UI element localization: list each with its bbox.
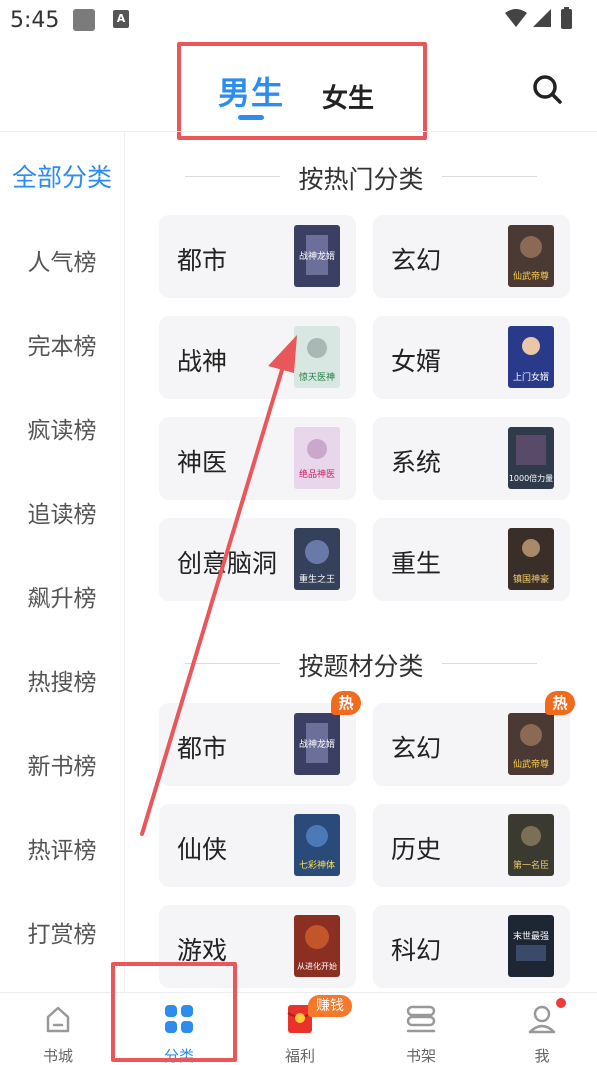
category-label: 仙侠 — [177, 835, 228, 864]
hot-badge: 热 — [331, 691, 361, 715]
sidebar-item-popular[interactable]: 人气榜 — [0, 243, 124, 277]
book-cover-image: 战神龙婿 — [294, 225, 340, 287]
book-cover-image: 绝品神医 — [294, 427, 340, 489]
nav-profile[interactable]: 我 — [492, 993, 592, 1065]
status-time: 5:45 — [10, 8, 60, 33]
category-label: 历史 — [391, 835, 442, 864]
divider-line — [442, 663, 537, 664]
divider-line — [185, 663, 280, 664]
app-notification-icon — [73, 9, 95, 31]
cover-title: 上门女婿 — [513, 371, 549, 383]
book-cover-image: 1000倍力量 — [508, 427, 554, 489]
sidebar-item-all-categories[interactable]: 全部分类 — [0, 158, 124, 194]
nav-bookstore[interactable]: 书城 — [8, 993, 108, 1065]
section-title-theme: 按题材分类 — [125, 647, 597, 683]
cover-title: 镇国神豪 — [513, 573, 549, 585]
sidebar-item-new-books[interactable]: 新书榜 — [0, 747, 124, 781]
search-icon — [533, 75, 562, 104]
book-cover-image: 战神龙婿 — [294, 713, 340, 775]
category-label: 都市 — [177, 734, 228, 763]
book-cover-image: 仙武帝尊 — [508, 713, 554, 775]
book-cover-image: 惊天医神 — [294, 326, 340, 388]
nav-label: 书架 — [405, 1047, 436, 1065]
book-cover-image: 七彩神体 — [294, 814, 340, 876]
bottom-nav: 书城 分类 赚钱 福利 书架 我 — [0, 992, 597, 1065]
cover-title: 仙武帝尊 — [513, 758, 549, 770]
nav-label: 我 — [534, 1047, 550, 1065]
category-card[interactable]: 科幻 末世最强 — [373, 905, 570, 988]
category-card[interactable]: 仙侠 七彩神体 — [159, 804, 356, 887]
category-label: 神医 — [177, 448, 228, 477]
category-card[interactable]: 玄幻 仙武帝尊 — [373, 215, 570, 298]
cover-title: 战神龙婿 — [299, 250, 335, 262]
cover-title: 仙武帝尊 — [513, 270, 549, 282]
hot-badge: 热 — [545, 691, 575, 715]
category-card[interactable]: 都市 战神龙婿 — [159, 215, 356, 298]
category-card[interactable]: 神医 绝品神医 — [159, 417, 356, 500]
cover-title: 从进化开始 — [297, 961, 337, 971]
category-card[interactable]: 都市 战神龙婿 热 — [159, 691, 361, 786]
status-bar: 5:45 A — [0, 0, 597, 42]
sidebar-item-hot-search[interactable]: 热搜榜 — [0, 663, 124, 697]
cover-title: 七彩神体 — [299, 859, 335, 871]
category-card[interactable]: 历史 第一名臣 — [373, 804, 570, 887]
sidebar-item-hot-comments[interactable]: 热评榜 — [0, 831, 124, 865]
category-label: 都市 — [177, 246, 228, 275]
sidebar-item-reward[interactable]: 打赏榜 — [0, 915, 124, 949]
nav-label: 书城 — [42, 1047, 73, 1065]
category-card[interactable]: 战神 惊天医神 — [159, 316, 356, 399]
wifi-signal-battery-icon — [505, 7, 572, 29]
cover-title: 重生之王 — [299, 573, 335, 585]
category-label: 战神 — [177, 347, 228, 376]
text-notification-icon: A — [113, 10, 129, 28]
sidebar-item-crazy-read[interactable]: 疯读榜 — [0, 411, 124, 445]
book-cover-image: 重生之王 — [294, 528, 340, 590]
book-cover-image: 上门女婿 — [508, 326, 554, 388]
section-title-text: 按题材分类 — [298, 652, 424, 681]
section-title-hot: 按热门分类 — [125, 160, 597, 196]
annotation-highlight-tabs — [177, 42, 427, 140]
cover-title: 惊天医神 — [299, 371, 335, 383]
category-label: 系统 — [391, 448, 442, 477]
cover-title: 1000倍力量 — [509, 473, 553, 483]
sidebar-item-completed[interactable]: 完本榜 — [0, 327, 124, 361]
section-title-text: 按热门分类 — [298, 165, 424, 194]
cover-title: 末世最强 — [513, 930, 549, 942]
cover-title: 战神龙婿 — [299, 738, 335, 750]
nav-bookshelf[interactable]: 书架 — [371, 993, 471, 1065]
book-cover-image: 仙武帝尊 — [508, 225, 554, 287]
book-cover-image: 从进化开始 — [294, 915, 340, 977]
category-card[interactable]: 玄幻 仙武帝尊 热 — [373, 691, 575, 786]
nav-welfare[interactable]: 赚钱 福利 — [250, 993, 352, 1065]
status-right-icons — [503, 7, 583, 35]
notification-dot — [555, 997, 567, 1009]
category-label: 玄幻 — [391, 734, 442, 763]
cover-title: 绝品神医 — [299, 468, 335, 480]
category-label: 玄幻 — [391, 246, 442, 275]
nav-label: 福利 — [284, 1047, 315, 1065]
category-label: 创意脑洞 — [177, 549, 278, 578]
annotation-highlight-category-tab — [111, 962, 237, 1062]
category-card[interactable]: 女婿 上门女婿 — [373, 316, 570, 399]
category-label: 女婿 — [391, 347, 442, 376]
category-label: 重生 — [391, 549, 442, 578]
book-cover-image: 末世最强 — [508, 915, 554, 977]
cover-title: 第一名臣 — [513, 859, 549, 871]
divider-line — [185, 176, 280, 177]
search-button[interactable] — [530, 72, 564, 106]
bookshelf-icon — [405, 1003, 437, 1035]
bookstore-icon — [42, 1003, 74, 1035]
category-label: 科幻 — [391, 936, 442, 965]
sidebar-item-rising[interactable]: 飙升榜 — [0, 579, 124, 613]
category-card[interactable]: 重生 镇国神豪 — [373, 518, 570, 601]
book-cover-image: 第一名臣 — [508, 814, 554, 876]
sidebar-item-follow-read[interactable]: 追读榜 — [0, 495, 124, 529]
sidebar: 全部分类 人气榜 完本榜 疯读榜 追读榜 飙升榜 热搜榜 新书榜 热评榜 打赏榜 — [0, 132, 125, 992]
divider-line — [442, 176, 537, 177]
category-card[interactable]: 创意脑洞 重生之王 — [159, 518, 356, 601]
category-card[interactable]: 系统 1000倍力量 — [373, 417, 570, 500]
earn-badge: 赚钱 — [308, 995, 352, 1017]
book-cover-image: 镇国神豪 — [508, 528, 554, 590]
profile-icon — [526, 1003, 558, 1035]
